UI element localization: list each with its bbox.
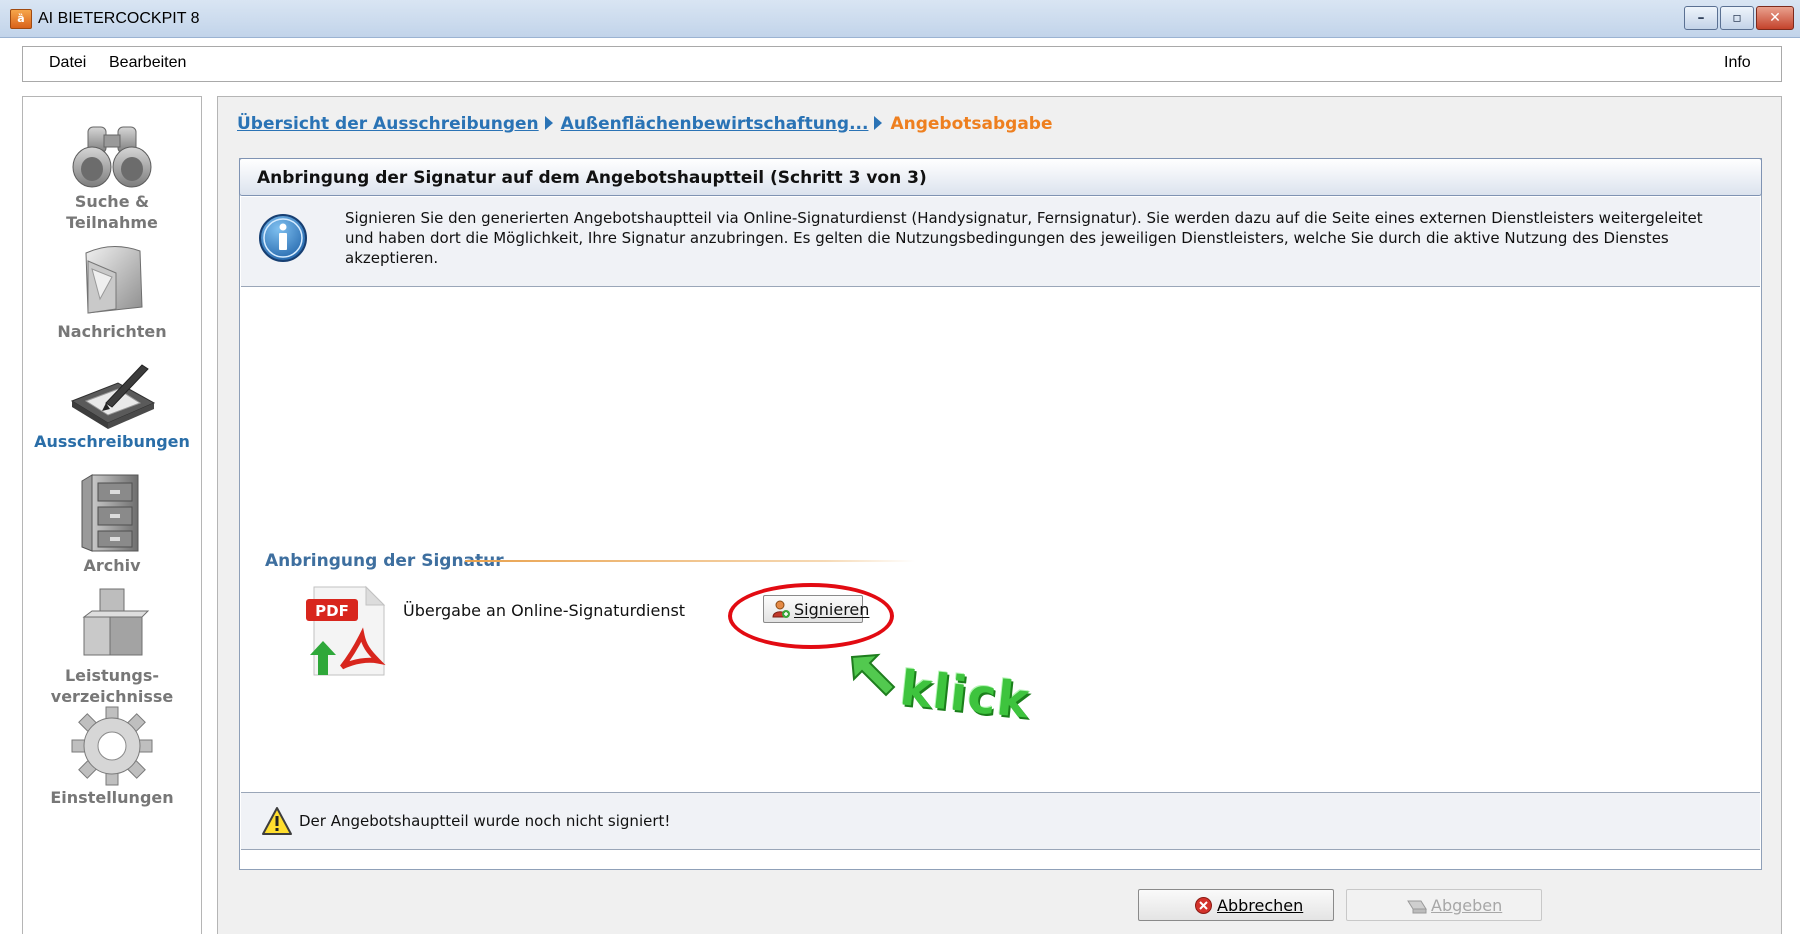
nav-item-leistungsverzeichnisse[interactable]: Leistungs- verzeichnisse	[23, 583, 201, 707]
signature-tablet-icon	[70, 364, 156, 429]
title-bar: ȁ AI BIETERCOCKPIT 8 – ▫ ✕	[0, 0, 1800, 38]
pdf-file-icon: PDF	[306, 585, 386, 676]
nav-item-nachrichten[interactable]: Nachrichten	[23, 239, 201, 342]
menu-bar: Datei Bearbeiten Info	[22, 46, 1782, 82]
nav-label-line: verzeichnisse	[50, 687, 174, 706]
maximize-icon: ▫	[1732, 10, 1742, 26]
cancel-icon	[1195, 897, 1212, 914]
side-navigation: Suche & Teilnahme Nachrichten Ausschreib…	[22, 96, 202, 934]
highlight-ring	[728, 583, 894, 649]
nav-label-line: Archiv	[83, 556, 141, 575]
cancel-button[interactable]: Abbrechen	[1138, 889, 1334, 921]
minimize-icon: –	[1697, 10, 1705, 26]
nav-label-line: Teilnahme	[66, 213, 158, 232]
cancel-button-label: Abbrechen	[1217, 896, 1304, 915]
menu-info[interactable]: Info	[1724, 54, 1751, 72]
binoculars-icon	[72, 126, 152, 188]
nav-label-line: Leistungs-	[64, 666, 160, 685]
boxes-icon	[82, 588, 150, 656]
submit-icon	[1407, 900, 1427, 914]
maximize-button[interactable]: ▫	[1720, 6, 1754, 30]
section-divider	[465, 560, 915, 562]
nav-label-line: Ausschreibungen	[34, 432, 190, 451]
pdf-badge: PDF	[315, 602, 349, 620]
info-text: Signieren Sie den generierten Angebotsha…	[345, 209, 1703, 267]
submit-button[interactable]: Abgeben	[1346, 889, 1542, 921]
app-icon: ȁ	[10, 9, 32, 29]
window-title: AI BIETERCOCKPIT 8	[38, 10, 200, 27]
nav-item-archiv[interactable]: Archiv	[23, 471, 201, 576]
nav-item-suche[interactable]: Suche & Teilnahme	[23, 121, 201, 233]
breadcrumb-overview[interactable]: Übersicht der Ausschreibungen	[237, 114, 539, 134]
transfer-label: Übergabe an Online-Signaturdienst	[403, 601, 686, 620]
gear-icon	[71, 706, 153, 786]
breadcrumb: Übersicht der Ausschreibungen Außenfläche…	[237, 114, 1052, 134]
menu-datei[interactable]: Datei	[49, 54, 86, 72]
warning-icon	[262, 807, 292, 835]
breadcrumb-current: Angebotsabgabe	[890, 114, 1053, 134]
nav-label-line: Einstellungen	[50, 788, 174, 807]
main-area: Übersicht der Ausschreibungen Außenfläche…	[217, 96, 1782, 934]
status-bar: Der Angebotshauptteil wurde noch nicht s…	[241, 792, 1760, 850]
info-icon	[259, 214, 307, 262]
breadcrumb-separator-icon	[874, 116, 883, 130]
nav-item-ausschreibungen[interactable]: Ausschreibungen	[23, 359, 201, 452]
menu-bearbeiten[interactable]: Bearbeiten	[109, 54, 186, 72]
arrow-icon	[850, 653, 896, 697]
nav-item-einstellungen[interactable]: Einstellungen	[23, 705, 201, 808]
filing-cabinet-icon	[81, 474, 139, 552]
submit-button-label: Abgeben	[1431, 896, 1503, 915]
minimize-button[interactable]: –	[1684, 6, 1718, 30]
panel-header: Anbringung der Signatur auf dem Angebots…	[239, 158, 1762, 196]
signature-panel: Anbringung der Signatur auf dem Angebots…	[239, 158, 1762, 870]
close-icon: ✕	[1769, 10, 1781, 26]
breadcrumb-separator-icon	[544, 116, 553, 130]
klick-annotation: klick	[897, 660, 1033, 730]
panel-title: Anbringung der Signatur auf dem Angebots…	[257, 168, 927, 188]
status-text: Der Angebotshauptteil wurde noch nicht s…	[299, 812, 671, 830]
nav-label-line: Suche &	[74, 192, 150, 211]
close-button[interactable]: ✕	[1756, 6, 1794, 30]
nav-label-line: Nachrichten	[57, 322, 167, 341]
mailbox-icon	[85, 246, 143, 314]
breadcrumb-project[interactable]: Außenflächenbewirtschaftung...	[561, 114, 869, 134]
info-box: Signieren Sie den generierten Angebotsha…	[241, 197, 1760, 287]
